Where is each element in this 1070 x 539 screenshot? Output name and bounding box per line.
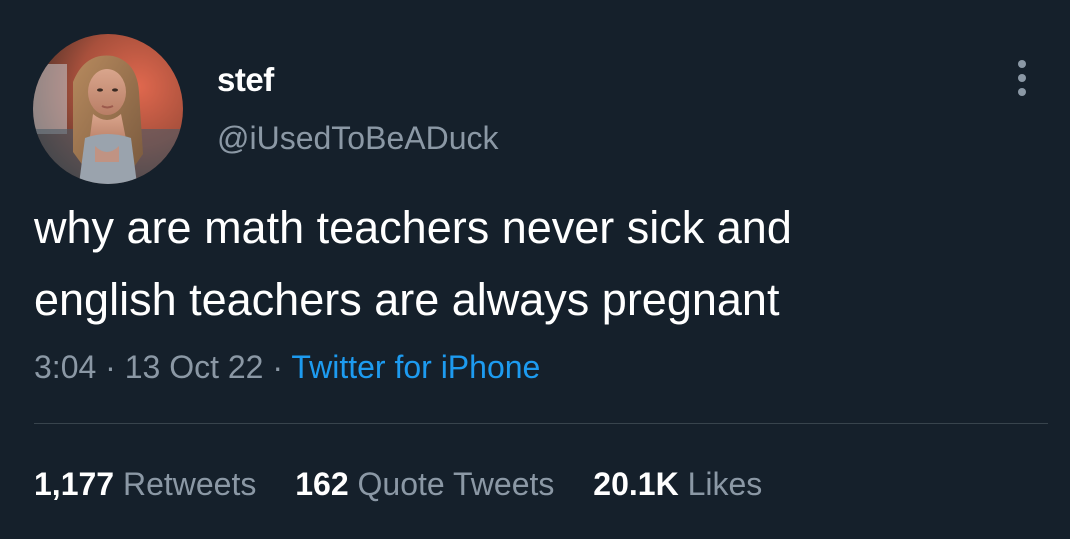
meta-separator: · [263,349,292,385]
author-handle[interactable]: @iUsedToBeADuck [217,118,498,158]
divider [34,423,1048,424]
avatar[interactable] [33,34,183,184]
retweets-count: 1,177 [34,466,115,502]
more-vertical-icon [1018,60,1026,68]
tweet-date[interactable]: 13 Oct 22 [125,349,264,385]
likes-stat[interactable]: 20.1K Likes [593,462,762,506]
tweet-text: why are math teachers never sick and eng… [34,202,792,325]
likes-count: 20.1K [593,466,679,502]
more-vertical-icon-dot [1018,74,1026,82]
tweet-source-link[interactable]: Twitter for iPhone [291,349,540,385]
more-options-button[interactable] [1008,56,1038,100]
more-vertical-icon-dot [1018,88,1026,96]
quote-tweets-count: 162 [295,466,349,502]
quote-tweets-label: Quote Tweets [357,466,555,502]
avatar-image [33,34,183,184]
likes-label: Likes [687,466,763,502]
tweet-card: stef @iUsedToBeADuck why are math teache… [0,0,1070,539]
author-display-name[interactable]: stef [217,60,274,100]
tweet-stats: 1,177 Retweets 162 Quote Tweets 20.1K Li… [34,462,792,506]
quote-tweets-stat[interactable]: 162 Quote Tweets [295,462,554,506]
retweets-stat[interactable]: 1,177 Retweets [34,462,256,506]
retweets-label: Retweets [122,466,257,502]
tweet-meta: 3:04 · 13 Oct 22 · Twitter for iPhone [34,345,540,389]
meta-separator: · [96,349,125,385]
tweet-time[interactable]: 3:04 [34,349,96,385]
